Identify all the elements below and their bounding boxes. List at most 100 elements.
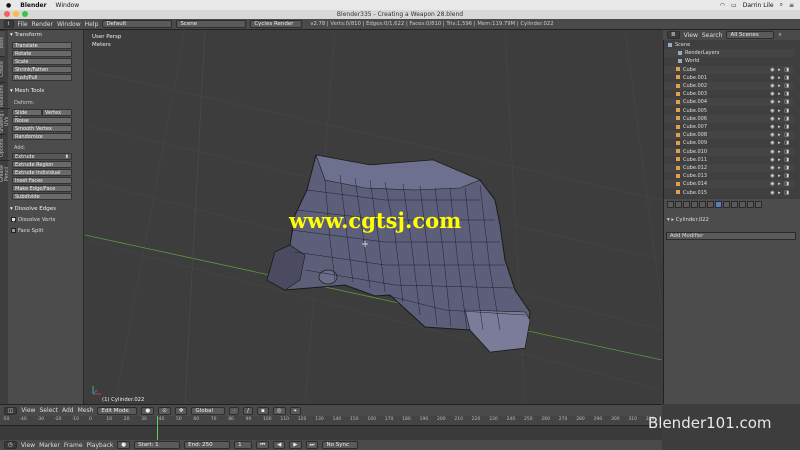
material-tab-icon[interactable] xyxy=(731,201,738,208)
visibility-icon[interactable]: ◉ ▸ ◨ xyxy=(770,98,790,106)
noise-button[interactable]: Noise xyxy=(12,117,72,124)
jump-end-icon[interactable]: ⏭ xyxy=(305,441,319,449)
outliner-view-menu[interactable]: View xyxy=(684,32,698,39)
search-icon[interactable]: ⌕ xyxy=(780,1,783,9)
mesh-object[interactable] xyxy=(266,154,531,353)
transform-panel-title[interactable]: ▾ Transform xyxy=(10,32,42,38)
visibility-icon[interactable]: ◉ ▸ ◨ xyxy=(770,90,790,98)
face-split-checkbox[interactable]: Face Split xyxy=(11,228,43,234)
play-icon[interactable]: ▶ xyxy=(289,441,302,449)
outliner-object-row[interactable]: Cube.015 ◉ ▸ ◨ xyxy=(664,189,794,197)
outliner-editor-icon[interactable]: ≣ xyxy=(667,31,680,39)
mode-selector[interactable]: Edit Mode xyxy=(97,406,138,415)
texture-tab-icon[interactable] xyxy=(739,201,746,208)
slide-edge-button[interactable]: Slide Edge xyxy=(12,109,42,122)
close-icon[interactable] xyxy=(4,11,10,17)
outliner-object-row[interactable]: Cube ◉ ▸ ◨ xyxy=(664,65,794,74)
rotate-button[interactable]: Rotate xyxy=(12,50,72,57)
outliner-object-row[interactable]: Cube.013 ◉ ▸ ◨ xyxy=(664,172,794,180)
user-name[interactable]: Darrin Lile xyxy=(743,2,774,9)
minimize-icon[interactable] xyxy=(13,11,19,17)
view-menu[interactable]: View xyxy=(21,407,35,414)
particles-tab-icon[interactable] xyxy=(747,201,754,208)
visibility-icon[interactable]: ◉ ▸ ◨ xyxy=(770,189,790,197)
info-editor-icon[interactable]: i xyxy=(4,20,14,28)
pivot-icon[interactable]: ⊙ xyxy=(158,406,171,415)
data-tab-icon[interactable] xyxy=(723,201,730,208)
tab-tools[interactable]: Tools xyxy=(0,30,5,56)
end-frame-field[interactable]: End: 250 xyxy=(184,441,231,449)
tab-options[interactable]: Options xyxy=(0,134,5,160)
sync-selector[interactable]: No Sync xyxy=(322,441,359,449)
constraints-tab-icon[interactable] xyxy=(707,201,714,208)
extrude-individual-button[interactable]: Extrude Individual xyxy=(12,169,72,176)
window-menu[interactable]: Window xyxy=(56,2,80,9)
add-modifier-button[interactable]: Add Modifier xyxy=(666,232,796,240)
layers-tab-icon[interactable] xyxy=(675,201,682,208)
outliner-scene-item[interactable]: World xyxy=(664,57,794,65)
visibility-icon[interactable]: ◉ ▸ ◨ xyxy=(770,107,790,115)
menu-icon[interactable]: ≡ xyxy=(789,2,794,9)
push-pull-button[interactable]: Push/Pull xyxy=(12,74,72,81)
scene-selector[interactable]: Scene xyxy=(176,20,247,28)
proportional-edit-icon[interactable]: ◎ xyxy=(272,406,286,415)
jump-start-icon[interactable]: ⏮ xyxy=(256,441,270,449)
subdivide-button[interactable]: Subdivide xyxy=(12,193,72,200)
app-menu[interactable]: Blender xyxy=(20,2,46,9)
visibility-icon[interactable]: ◉ ▸ ◨ xyxy=(770,82,790,90)
outliner-scene-item[interactable]: RenderLayers xyxy=(664,49,794,58)
outliner-object-row[interactable]: Cube.005 ◉ ▸ ◨ xyxy=(664,107,794,115)
tab-create[interactable]: Create xyxy=(0,56,5,82)
outliner-scene-item[interactable]: Scene xyxy=(664,41,794,49)
smooth-vertex-button[interactable]: Smooth Vertex xyxy=(12,125,72,132)
visibility-icon[interactable]: ◉ ▸ ◨ xyxy=(770,148,790,156)
outliner-object-row[interactable]: Cube.001 ◉ ▸ ◨ xyxy=(664,74,794,82)
randomize-button[interactable]: Randomize xyxy=(12,133,72,140)
translate-button[interactable]: Translate xyxy=(12,42,72,49)
inset-faces-button[interactable]: Inset Faces xyxy=(12,177,72,184)
tab-grease-pencil[interactable]: Grease Pencil xyxy=(0,160,10,186)
scale-button[interactable]: Scale xyxy=(12,58,72,65)
outliner-object-row[interactable]: Cube.008 ◉ ▸ ◨ xyxy=(664,131,794,140)
extrude-region-button[interactable]: Extrude Region xyxy=(12,161,72,168)
manipulator-icon[interactable]: ✥ xyxy=(174,406,188,415)
outliner-object-row[interactable]: Cube.014 ◉ ▸ ◨ xyxy=(664,180,794,189)
visibility-icon[interactable]: ◉ ▸ ◨ xyxy=(770,74,790,82)
visibility-icon[interactable]: ◉ ▸ ◨ xyxy=(770,66,790,74)
playback-menu[interactable]: Playback xyxy=(87,442,114,449)
physics-tab-icon[interactable] xyxy=(755,201,762,208)
visibility-icon[interactable]: ◉ ▸ ◨ xyxy=(770,115,790,123)
battery-icon[interactable]: ▭ xyxy=(731,2,737,9)
editor-type-icon[interactable]: ◫ xyxy=(4,406,18,415)
outliner-object-row[interactable]: Cube.010 ◉ ▸ ◨ xyxy=(664,147,794,156)
outliner-object-row[interactable]: Cube.012 ◉ ▸ ◨ xyxy=(664,164,794,172)
extrude-menu[interactable]: Extrude ⬍ xyxy=(12,153,72,160)
layout-selector[interactable]: Default xyxy=(102,20,173,28)
vertex-select-icon[interactable]: · xyxy=(229,406,240,415)
window-menu-blender[interactable]: Window xyxy=(57,21,81,28)
tab-shading[interactable]: Shading / UVs xyxy=(0,108,10,134)
vertex-slide-button[interactable]: Vertex xyxy=(42,109,72,116)
outliner-object-row[interactable]: Cube.009 ◉ ▸ ◨ xyxy=(664,139,794,147)
search-icon[interactable]: ⌕ xyxy=(778,31,781,39)
visibility-icon[interactable]: ◉ ▸ ◨ xyxy=(770,180,790,188)
current-frame-marker[interactable] xyxy=(157,416,158,440)
outliner-object-row[interactable]: Cube.007 ◉ ▸ ◨ xyxy=(664,123,794,131)
visibility-icon[interactable]: ◉ ▸ ◨ xyxy=(770,131,790,139)
dissolve-verts-checkbox[interactable]: ✓ Dissolve Verts xyxy=(11,217,55,224)
shrink-fatten-button[interactable]: Shrink/Fatten xyxy=(12,66,72,73)
make-edge-face-button[interactable]: Make Edge/Face xyxy=(12,185,72,192)
object-tab-icon[interactable] xyxy=(699,201,706,208)
start-frame-field[interactable]: Start: 1 xyxy=(134,441,181,449)
modifiers-tab-icon[interactable] xyxy=(715,201,722,208)
operator-panel-title[interactable]: ▾ Dissolve Edges xyxy=(10,206,56,212)
outliner-filter[interactable]: All Scenes xyxy=(726,31,775,39)
zoom-icon[interactable] xyxy=(22,11,28,17)
outliner-object-row[interactable]: Cube.002 ◉ ▸ ◨ xyxy=(664,82,794,90)
visibility-icon[interactable]: ◉ ▸ ◨ xyxy=(770,139,790,147)
snap-icon[interactable]: ⌖ xyxy=(289,406,301,415)
render-tab-icon[interactable] xyxy=(667,201,674,208)
timeline-editor-icon[interactable]: ◷ xyxy=(4,441,17,449)
visibility-icon[interactable]: ◉ ▸ ◨ xyxy=(770,123,790,131)
outliner-object-row[interactable]: Cube.003 ◉ ▸ ◨ xyxy=(664,90,794,98)
